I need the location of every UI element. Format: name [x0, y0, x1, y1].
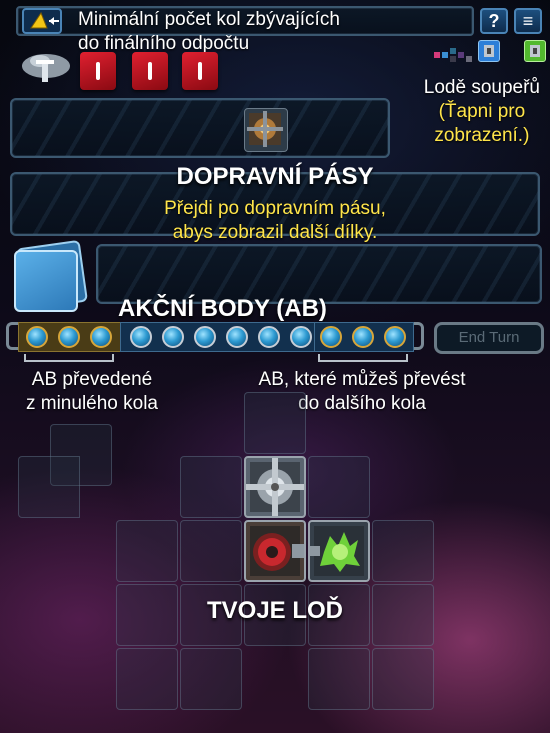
ship-grid-cell[interactable]	[308, 456, 370, 518]
ship-grid-cell[interactable]	[180, 520, 242, 582]
ship-grid-cell[interactable]	[180, 648, 242, 710]
shield-icon	[310, 526, 364, 576]
ship-grid-cell[interactable]	[180, 456, 242, 518]
core-icon	[250, 526, 304, 576]
ship-grid-cell[interactable]	[18, 456, 80, 518]
ship-grid-cell[interactable]	[372, 520, 434, 582]
ship-core-tile[interactable]	[244, 520, 306, 582]
ship-grid-cell[interactable]	[308, 648, 370, 710]
gear-icon	[246, 458, 304, 516]
ship-label: TVOJE LOĎ	[206, 597, 344, 624]
ship-shield-tile[interactable]	[308, 520, 370, 582]
ship-grid-cell[interactable]	[372, 648, 434, 710]
ship-cabin-tile[interactable]	[244, 456, 306, 518]
ship-grid-cell[interactable]	[244, 392, 306, 454]
ship-grid-cell[interactable]	[116, 648, 178, 710]
ship-grid-cell[interactable]	[116, 520, 178, 582]
